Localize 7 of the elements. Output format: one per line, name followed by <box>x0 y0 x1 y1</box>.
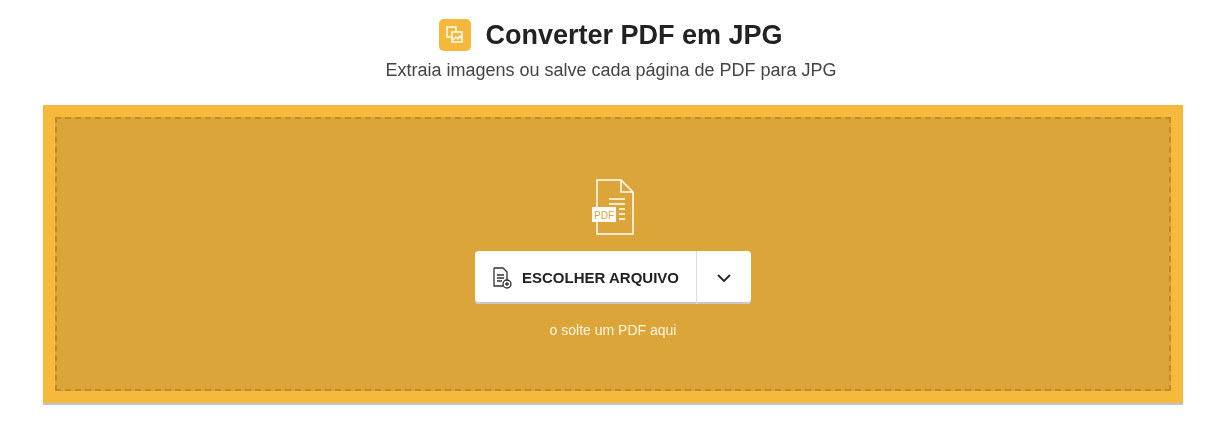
chevron-down-icon <box>717 273 731 282</box>
app-logo-icon <box>439 19 472 51</box>
drop-hint: o solte um PDF aqui <box>549 322 677 338</box>
drop-area[interactable]: PDF ESCOLHER ARQUIVO o solte um PDF aqui <box>55 117 1171 391</box>
page-subtitle: Extraia imagens ou salve cada página de PDF para JPG <box>385 60 837 81</box>
file-add-icon <box>492 266 512 289</box>
page-title: Converter PDF em JPG <box>485 19 783 51</box>
